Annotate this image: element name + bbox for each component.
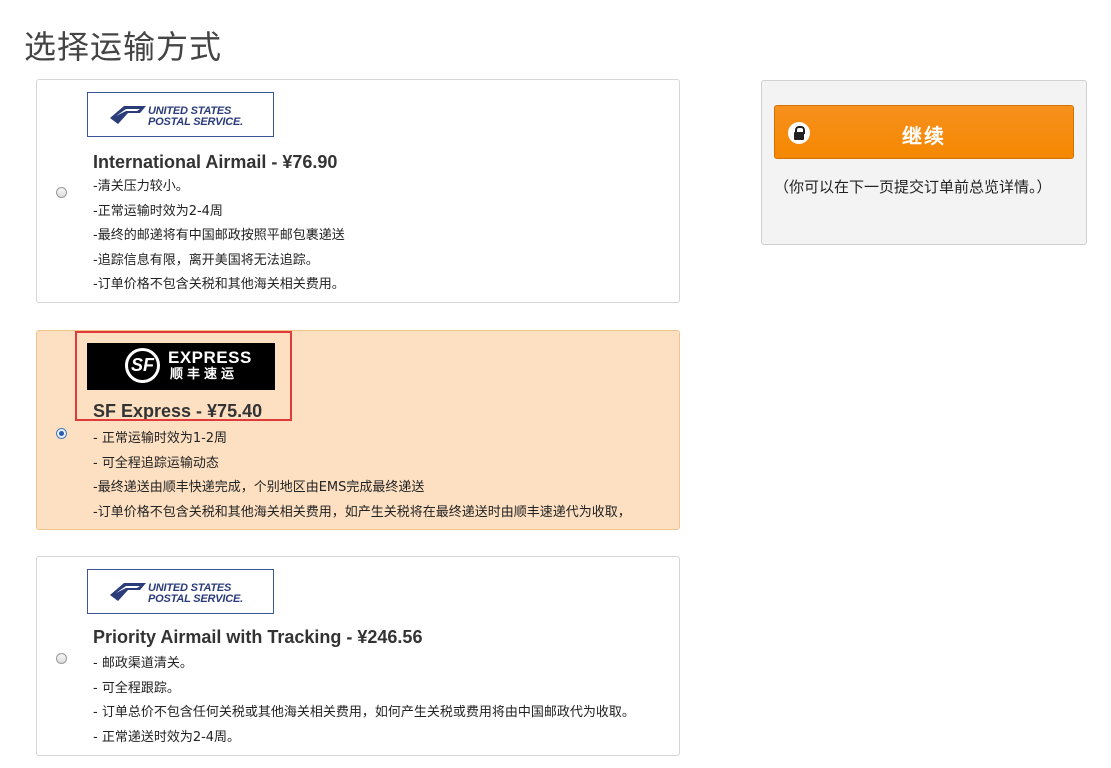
shipping-option-sf-express[interactable]: SF EXPRESS 顺丰速运 SF Express - ¥75.40 - 正常… xyxy=(36,330,680,530)
detail-line: - 可全程跟踪。 xyxy=(93,680,180,696)
shipping-radio[interactable] xyxy=(56,187,67,198)
usps-logo: UNITED STATES POSTAL SERVICE. xyxy=(87,92,274,137)
summary-note: （你可以在下一页提交订单前总览详情。） xyxy=(774,178,1052,196)
option-details: - 邮政渠道清关。 - 可全程跟踪。 - 订单总价不包含任何关税或其他海关相关费… xyxy=(93,652,635,750)
option-details: -清关压力较小。 -正常运输时效为2-4周 -最终的邮递将有中国邮政按照平邮包裹… xyxy=(93,175,345,298)
highlight-box xyxy=(75,331,292,421)
option-details: - 正常运输时效为1-2周 - 可全程追踪运输动态 -最终递送由顺丰快递完成，个… xyxy=(93,427,631,525)
shipping-radio[interactable] xyxy=(56,428,67,439)
continue-button[interactable]: 继续 xyxy=(774,105,1074,159)
detail-line: -正常运输时效为2-4周 xyxy=(93,203,223,219)
usps-logo-line2: POSTAL SERVICE. xyxy=(148,593,244,605)
detail-line: -订单价格不包含关税和其他海关相关费用，如产生关税将在最终递送时由顺丰速递代为收… xyxy=(93,504,631,520)
eagle-icon xyxy=(110,106,146,124)
detail-line: -最终递送由顺丰快递完成，个别地区由EMS完成最终递送 xyxy=(93,480,425,495)
detail-line: -最终的邮递将有中国邮政按照平邮包裹递送 xyxy=(93,228,345,243)
detail-line: -清关压力较小。 xyxy=(93,179,189,194)
option-title: International Airmail - ¥76.90 xyxy=(93,152,338,172)
shipping-radio[interactable] xyxy=(56,653,67,664)
shipping-option-priority-airmail[interactable]: UNITED STATES POSTAL SERVICE. Priority A… xyxy=(36,556,680,756)
shipping-option-international-airmail[interactable]: UNITED STATES POSTAL SERVICE. Internatio… xyxy=(36,79,680,303)
detail-line: -订单价格不包含关税和其他海关相关费用。 xyxy=(93,277,345,292)
detail-line: - 正常运输时效为1-2周 xyxy=(93,431,228,446)
page-title: 选择运输方式 xyxy=(24,28,223,66)
detail-line: - 可全程追踪运输动态 xyxy=(93,455,219,471)
order-summary-panel: 继续 （你可以在下一页提交订单前总览详情。） xyxy=(761,80,1087,245)
usps-logo-line2: POSTAL SERVICE. xyxy=(148,116,244,128)
eagle-icon xyxy=(110,583,146,601)
usps-logo: UNITED STATES POSTAL SERVICE. xyxy=(87,569,274,614)
detail-line: -追踪信息有限，离开美国将无法追踪。 xyxy=(93,252,319,268)
detail-line: - 正常递送时效为2-4周。 xyxy=(93,729,241,745)
detail-line: - 邮政渠道清关。 xyxy=(93,656,193,671)
option-title: Priority Airmail with Tracking - ¥246.56 xyxy=(93,627,423,647)
continue-button-label: 继续 xyxy=(902,124,946,148)
detail-line: - 订单总价不包含任何关税或其他海关相关费用，如何产生关税或费用将由中国邮政代为… xyxy=(93,705,635,720)
